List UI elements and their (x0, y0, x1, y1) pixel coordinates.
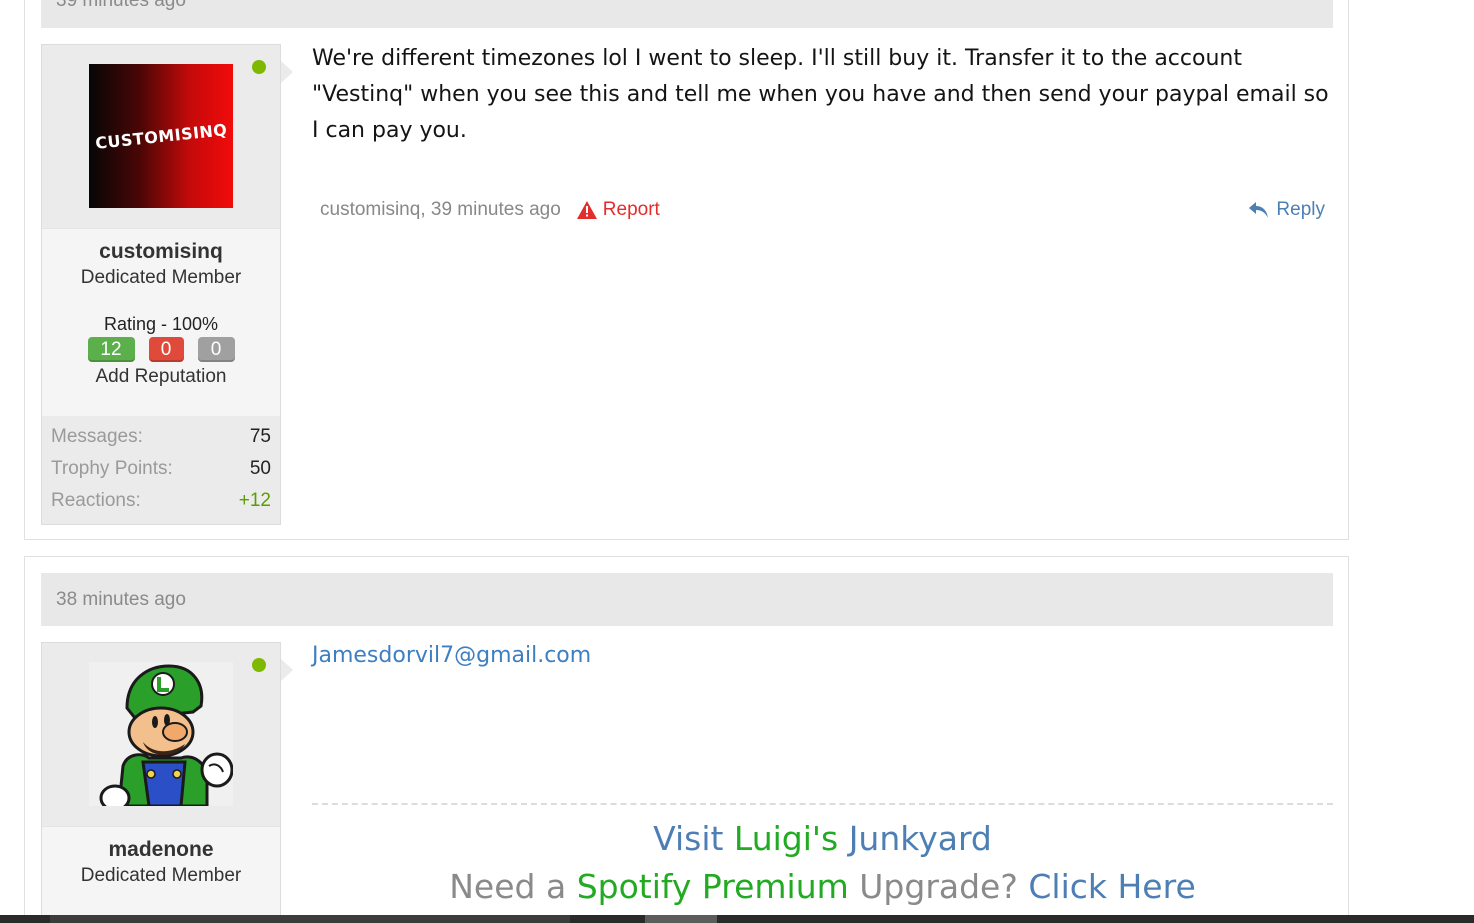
avatar[interactable]: CUSTOMISINQ (89, 64, 233, 208)
stat-trophy-points: Trophy Points: 50 (51, 458, 271, 490)
post-timestamp[interactable]: 39 minutes ago (56, 0, 186, 12)
reputation-boxes: 12 0 0 (42, 337, 280, 362)
avatar-container: CUSTOMISINQ (42, 45, 293, 229)
message-footer: customisinq, 39 minutes ago Report Reply (320, 199, 1325, 221)
sig-text: Luigi's (733, 819, 839, 858)
user-title: Dedicated Member (80, 865, 242, 886)
post-timestamp-bar: 39 minutes ago (41, 0, 1333, 28)
speech-arrow (281, 61, 293, 83)
user-title: Dedicated Member (80, 267, 242, 288)
user-panel: CUSTOMISINQ customisinq Dedicated Member… (41, 44, 293, 525)
reply-button[interactable]: Reply (1248, 199, 1325, 221)
stat-value: 75 (249, 426, 271, 447)
avatar-container (42, 643, 293, 827)
stat-label: Messages: (51, 426, 143, 447)
user-stats: Messages: 75 Trophy Points: 50 Reactions… (42, 416, 280, 524)
sig-text: Visit (653, 819, 734, 858)
online-status-icon (252, 658, 266, 672)
username[interactable]: madenone (42, 838, 280, 862)
message-email-link[interactable]: Jamesdorvil7@gmail.com (312, 643, 1333, 668)
stat-value: 50 (249, 458, 271, 479)
stat-messages: Messages: 75 (51, 426, 271, 458)
reply-label: Reply (1276, 199, 1325, 220)
reply-arrow-icon (1249, 202, 1269, 218)
report-label: Report (602, 199, 660, 220)
rep-positive-badge[interactable]: 12 (87, 337, 135, 362)
sig-text: Junkyard (838, 819, 992, 858)
username[interactable]: customisinq (42, 240, 280, 264)
stat-label: Reactions: (51, 490, 141, 511)
online-status-icon (252, 60, 266, 74)
rep-negative-badge[interactable]: 0 (148, 337, 184, 362)
signature: Visit Luigi's Junkyard Need a Spotify Pr… (312, 803, 1333, 906)
sig-text: Spotify Premium (576, 867, 849, 906)
message-body: We're different timezones lol I went to … (312, 41, 1333, 220)
stat-label: Trophy Points: (51, 458, 173, 479)
user-panel: madenone Dedicated Member (41, 642, 293, 923)
speech-arrow (281, 659, 293, 681)
post-timestamp-bar: 38 minutes ago (41, 573, 1333, 626)
message-body: Jamesdorvil7@gmail.com Visit Luigi's Jun… (312, 643, 1333, 906)
avatar-text: CUSTOMISINQ (94, 119, 228, 153)
luigi-avatar-icon (89, 662, 234, 812)
add-reputation-link[interactable]: Add Reputation (42, 366, 280, 388)
sig-text: Upgrade? (848, 867, 1029, 906)
rep-neutral-badge[interactable]: 0 (197, 337, 235, 362)
sig-text: Need a (449, 867, 577, 906)
signature-line-spotify: Need a Spotify Premium Upgrade? Click He… (312, 867, 1333, 906)
warning-triangle-icon (576, 201, 597, 219)
post-madenone: 38 minutes ago madenone Dedicated Member… (24, 556, 1349, 923)
taskbar-segment[interactable] (50, 915, 570, 923)
report-button[interactable]: Report (576, 199, 660, 221)
stat-reactions: Reactions: +12 (51, 490, 271, 522)
post-customisinq: 39 minutes ago CUSTOMISINQ customisinq D… (24, 0, 1349, 540)
bottom-taskbar (0, 915, 1474, 923)
rating-text: Rating - 100% (103, 314, 219, 334)
post-meta[interactable]: customisinq, 39 minutes ago (320, 199, 561, 221)
signature-line-junkyard[interactable]: Visit Luigi's Junkyard (312, 819, 1333, 858)
post-timestamp[interactable]: 38 minutes ago (56, 589, 186, 611)
click-here-link[interactable]: Click Here (1028, 867, 1195, 906)
stat-value: +12 (238, 490, 271, 511)
message-text: We're different timezones lol I went to … (312, 46, 1329, 143)
avatar[interactable] (89, 662, 234, 812)
taskbar-segment[interactable] (645, 915, 717, 923)
